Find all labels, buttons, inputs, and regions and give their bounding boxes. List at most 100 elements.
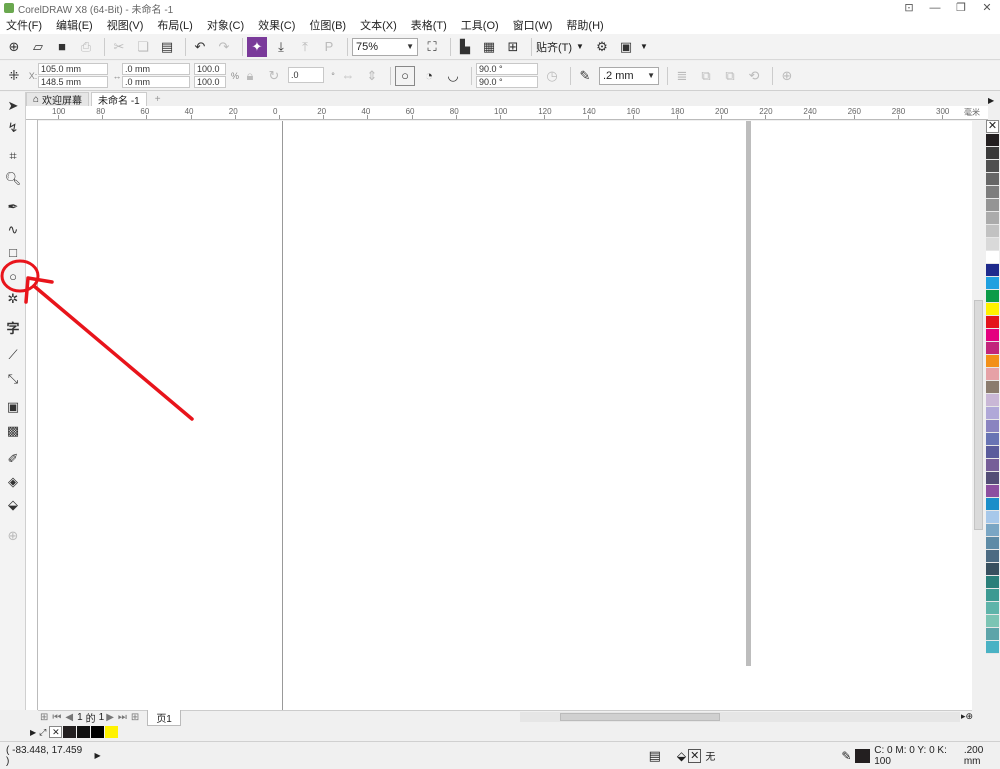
horizontal-scroll-thumb[interactable]: [560, 713, 720, 721]
palette-swatch[interactable]: [986, 329, 999, 342]
account-icon[interactable]: ⊡: [896, 0, 922, 16]
palette-swatch[interactable]: [986, 238, 999, 251]
shape-tool-icon[interactable]: ↯: [3, 118, 23, 138]
tab-welcome[interactable]: ⌂ 欢迎屏幕: [26, 92, 90, 107]
palette-scroll-up-icon[interactable]: ▶: [988, 96, 994, 105]
palette-swatch[interactable]: [986, 459, 999, 472]
publish-pdf-icon[interactable]: P: [319, 37, 339, 57]
freehand-tool-icon[interactable]: ✒: [3, 197, 23, 217]
palette-swatch[interactable]: [986, 628, 999, 641]
palette-swatch[interactable]: [986, 199, 999, 212]
arc-mode-icon[interactable]: ◡: [443, 66, 463, 86]
palette-swatch[interactable]: [986, 407, 999, 420]
palette-swatch[interactable]: [986, 134, 999, 147]
menu-object[interactable]: 对象(C): [207, 17, 244, 33]
copy-icon[interactable]: ❏: [133, 37, 153, 57]
close-button[interactable]: ✕: [974, 0, 1000, 16]
doc-no-color-swatch[interactable]: ✕: [49, 726, 63, 738]
last-page-icon[interactable]: ⏭: [118, 712, 127, 723]
zoom-scroll-icon[interactable]: ▸⊕: [961, 711, 973, 722]
palette-swatch[interactable]: [986, 225, 999, 238]
palette-swatch[interactable]: [986, 537, 999, 550]
palette-swatch[interactable]: [986, 589, 999, 602]
palette-swatch[interactable]: [986, 511, 999, 524]
add-page-before-icon[interactable]: ⊞: [40, 712, 48, 723]
height-field[interactable]: .0 mm: [122, 75, 190, 88]
palette-swatch[interactable]: [986, 342, 999, 355]
show-rulers-icon[interactable]: ▙: [455, 37, 475, 57]
print-icon[interactable]: ⎙: [76, 37, 96, 57]
palette-swatch[interactable]: [986, 615, 999, 628]
wrap-text-icon[interactable]: ≣: [672, 66, 692, 86]
palette-swatch[interactable]: [986, 251, 999, 264]
palette-swatch[interactable]: [986, 576, 999, 589]
color-eyedropper-icon[interactable]: ✐: [3, 449, 23, 469]
import-icon[interactable]: ⤓: [271, 37, 291, 57]
width-field[interactable]: .0 mm: [122, 62, 190, 75]
palette-swatch[interactable]: [986, 368, 999, 381]
palette-swatch[interactable]: [986, 433, 999, 446]
menu-layout[interactable]: 布局(L): [157, 17, 192, 33]
y-position-field[interactable]: 148.5 mm: [38, 75, 108, 88]
new-tab-button[interactable]: +: [148, 92, 167, 106]
snap-to-dropdown[interactable]: 贴齐(T): [536, 39, 572, 55]
outline-color-swatch[interactable]: [855, 748, 871, 763]
palette-swatch[interactable]: [986, 212, 999, 225]
status-expand-icon[interactable]: ▶: [94, 751, 100, 760]
full-screen-icon[interactable]: ⛶: [422, 37, 442, 57]
add-page-after-icon[interactable]: ⊞: [131, 712, 139, 723]
mirror-vertical-icon[interactable]: ⇕: [362, 66, 382, 86]
artistic-media-icon[interactable]: ∿: [3, 220, 23, 240]
palette-swatch[interactable]: [986, 264, 999, 277]
menu-window[interactable]: 窗口(W): [513, 17, 553, 33]
scale-y-field[interactable]: 100.0: [194, 75, 226, 88]
x-position-field[interactable]: 105.0 mm: [38, 62, 108, 75]
outline-width-select[interactable]: .2 mm ▼: [599, 66, 659, 85]
search-content-icon[interactable]: ✦: [247, 36, 267, 57]
menu-effects[interactable]: 效果(C): [258, 17, 295, 33]
smart-fill-icon[interactable]: ⬙: [3, 495, 23, 515]
redo-icon[interactable]: ↷: [214, 37, 234, 57]
mirror-horizontal-icon[interactable]: ⇔: [338, 66, 358, 86]
menu-text[interactable]: 文本(X): [360, 17, 397, 33]
menu-tools[interactable]: 工具(O): [461, 17, 499, 33]
rotation-angle-field[interactable]: .0: [288, 67, 324, 83]
palette-swatch[interactable]: [986, 173, 999, 186]
object-origin-icon[interactable]: ⁜: [4, 66, 24, 86]
palette-swatch[interactable]: [986, 394, 999, 407]
interactive-fill-icon[interactable]: ◈: [3, 472, 23, 492]
doc-color-swatch[interactable]: [77, 726, 91, 738]
prev-page-icon[interactable]: ◀: [65, 712, 73, 723]
options-gear-icon[interactable]: ⚙: [592, 37, 612, 57]
first-page-icon[interactable]: ⏮: [52, 712, 61, 723]
zoom-tool-icon[interactable]: 🔍︎: [3, 169, 23, 189]
vertical-scroll-thumb[interactable]: [974, 300, 983, 530]
horizontal-ruler[interactable]: 100 80 60 40 20 0 20 40 60 80 100 120 140 160 180 200 22…: [36, 106, 988, 120]
add-icon[interactable]: ⊕: [777, 66, 797, 86]
add-tool-icon[interactable]: ⊕: [3, 526, 23, 546]
fill-none-swatch[interactable]: ✕: [688, 748, 702, 763]
to-front-icon[interactable]: ⧉: [696, 66, 716, 86]
palette-swatch[interactable]: [986, 290, 999, 303]
minimize-button[interactable]: —: [922, 0, 948, 16]
restore-button[interactable]: ❐: [948, 0, 974, 16]
palette-swatch[interactable]: [986, 498, 999, 511]
tab-document[interactable]: 未命名 -1: [91, 92, 147, 107]
undo-icon[interactable]: ↶: [190, 37, 210, 57]
menu-file[interactable]: 文件(F): [6, 17, 42, 33]
palette-swatch[interactable]: [986, 563, 999, 576]
palette-swatch[interactable]: [986, 602, 999, 615]
palette-swatch[interactable]: [986, 160, 999, 173]
crop-tool-icon[interactable]: ⌗: [3, 146, 23, 166]
next-page-icon[interactable]: ▶: [106, 712, 114, 723]
palette-swatch[interactable]: [986, 316, 999, 329]
page-tab[interactable]: 页1: [147, 709, 181, 726]
doc-color-swatch[interactable]: [63, 726, 77, 738]
pick-tool-icon[interactable]: ➤: [3, 96, 23, 116]
doc-palette-arrow-icon[interactable]: ▶: [30, 728, 36, 737]
to-back-icon[interactable]: ⧉: [720, 66, 740, 86]
doc-color-swatch[interactable]: [91, 726, 105, 738]
menu-help[interactable]: 帮助(H): [566, 17, 603, 33]
no-color-swatch[interactable]: ✕: [986, 120, 999, 133]
palette-swatch[interactable]: [986, 381, 999, 394]
